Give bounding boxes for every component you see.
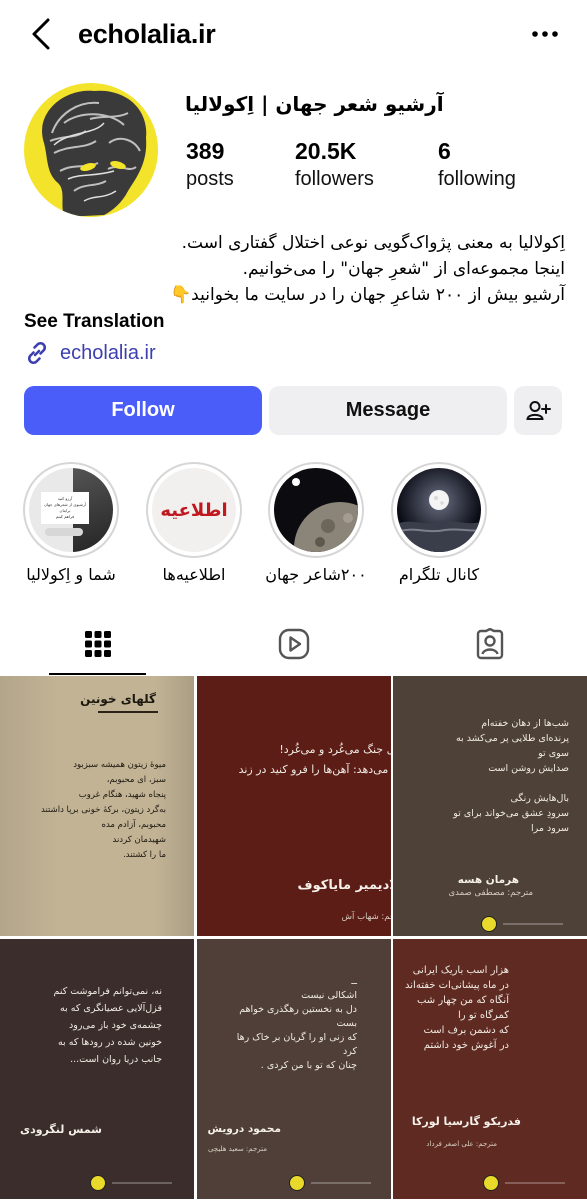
tagged-person-icon: [476, 628, 504, 660]
post-footer-strip: [505, 1182, 565, 1184]
highlight-card: آرزو کنید آرشیوی از شعرهای جهان برایتان …: [41, 492, 89, 524]
highlight-cover: آرزو کنید آرشیوی از شعرهای جهان برایتان …: [29, 468, 113, 552]
chevron-left-icon: [32, 18, 50, 50]
reels-play-icon: [278, 628, 310, 660]
suggested-people-button[interactable]: [514, 386, 562, 435]
post-poet-name: شمس لنگرودی: [20, 1123, 102, 1136]
highlight-ring: [391, 462, 487, 558]
highlight-label: کانال تلگرام: [398, 565, 480, 584]
profile-username: echolalia.ir: [78, 19, 216, 49]
profile-bio: اِکولالیا به معنی پژواک‌گویی نوعی اختلال…: [22, 230, 565, 308]
see-translation-link[interactable]: See Translation: [24, 311, 164, 333]
top-bar: echolalia.ir: [0, 0, 587, 70]
followers-label: followers: [295, 168, 374, 190]
stat-following[interactable]: 6 following: [438, 136, 516, 192]
full-moon-art: [397, 468, 481, 552]
tab-reels[interactable]: [196, 614, 392, 674]
post-tile[interactable]: گلهای خونین میوهٔ زیتون همیشه سبزبود سبز…: [0, 676, 194, 936]
post-translator: مترجم: سعید هلیچی: [207, 1145, 267, 1153]
post-footer-strip: [503, 923, 563, 925]
highlight-telegram-channel[interactable]: کانال تلگرام: [391, 462, 487, 584]
message-button[interactable]: Message: [269, 386, 507, 435]
post-translator: مترجم: مصطفی صمدی: [448, 888, 533, 898]
post-poem-text: شب‌ها از دهان خفته‌ام پرنده‌ای طلایی پر …: [453, 718, 569, 834]
echolalia-logo-icon: [483, 1175, 499, 1191]
highlight-announcements[interactable]: اطلاعیه اطلاعیه‌ها: [146, 462, 242, 584]
highlight-cover: اطلاعیه: [152, 468, 236, 552]
post-footer-strip: [112, 1182, 172, 1184]
post-poem-text: ــ اشکالی نیست دل به نخستین رهگذری خواهم…: [236, 976, 357, 1071]
highlight-shoma-va-echolalia[interactable]: آرزو کنید آرشیوی از شعرهای جهان برایتان …: [23, 462, 119, 584]
stat-followers[interactable]: 20.5K followers: [295, 136, 374, 192]
echolalia-logo-icon: [90, 1175, 106, 1191]
post-title: گلهای خونین: [80, 692, 156, 706]
profile-display-name: آرشیو شعر جهان | اِکولالیا: [185, 92, 444, 116]
bio-line: اینجا مجموعه‌ای از "شعرِ جهان" را می‌خوا…: [242, 259, 565, 279]
bio-line: اِکولالیا به معنی پژواک‌گویی نوعی اختلال…: [181, 233, 565, 253]
post-tile[interactable]: ــ اشکالی نیست دل به نخستین رهگذری خواهم…: [197, 939, 391, 1199]
post-poet-name: ولادیمیر مایاکوف: [297, 878, 391, 893]
highlight-label: ۲۰۰شاعر جهان: [265, 565, 367, 584]
post-poem-text: هزار اسب باریک ایرانی در ماه پیشانی‌ات خ…: [405, 965, 509, 1051]
tab-posts-grid[interactable]: [0, 614, 196, 674]
following-label: following: [438, 168, 516, 190]
bio-line: آرشیو بیش از ۲۰۰ شاعرِ جهان را در سایت م…: [170, 285, 565, 305]
highlight-label: شما و اِکولالیا: [26, 565, 116, 584]
highlight-ring: [268, 462, 364, 558]
highlight-cover: [397, 468, 481, 552]
posts-grid: گلهای خونین میوهٔ زیتون همیشه سبزبود سبز…: [0, 676, 587, 1200]
echolalia-logo-icon: [481, 916, 497, 932]
link-text: echolalia.ir: [60, 341, 156, 364]
post-poem-text: طبل جنگ می‌غُرد و می‌غُرد! سر می‌دهد: آه…: [238, 743, 391, 776]
following-count: 6: [438, 138, 451, 164]
post-translator: مترجم: علی اصغر فرداد: [426, 1140, 497, 1148]
highlight-card-line: فراهم کنیم: [55, 514, 75, 519]
highlight-label: اطلاعیه‌ها: [162, 565, 226, 584]
profile-avatar[interactable]: [24, 83, 158, 217]
follow-button[interactable]: Follow: [24, 386, 262, 435]
grid-icon: [85, 631, 111, 657]
post-poet-name: محمود درویش: [207, 1123, 281, 1135]
highlight-card-input: [45, 528, 83, 536]
post-tile[interactable]: هزار اسب باریک ایرانی در ماه پیشانی‌ات خ…: [393, 939, 587, 1199]
link-icon: [27, 341, 47, 365]
followers-count: 20.5K: [295, 138, 357, 164]
post-tile[interactable]: طبل جنگ می‌غُرد و می‌غُرد! سر می‌دهد: آه…: [197, 676, 391, 936]
highlight-cover: [274, 468, 358, 552]
highlight-200-poets[interactable]: ۲۰۰شاعر جهان: [265, 462, 367, 584]
tab-tagged[interactable]: [392, 614, 587, 674]
post-translator: مترجم: شهاب آش: [341, 912, 391, 922]
posts-count: 389: [186, 138, 225, 164]
moon-planet-art: [274, 468, 358, 552]
back-button[interactable]: [26, 14, 56, 54]
announcement-badge: اطلاعیه: [160, 499, 228, 521]
posts-label: posts: [186, 168, 234, 190]
echolalia-logo-icon: [289, 1175, 305, 1191]
post-poet-name: فدریکو گارسیا لورکا: [411, 1115, 521, 1128]
post-poet-name: هرمان هسه: [457, 874, 519, 886]
avatar-art: [24, 83, 158, 217]
more-options-button[interactable]: [527, 22, 563, 46]
post-poem-text: نه، نمی‌توانم فراموشت کنم قزل‌آلایی عصیا…: [53, 986, 163, 1065]
highlight-ring: اطلاعیه: [146, 462, 242, 558]
profile-link[interactable]: echolalia.ir: [24, 338, 156, 368]
post-poem-text: میوهٔ زیتون همیشه سبزبود سبز، ای محبوبم،…: [41, 760, 166, 860]
post-title-rule: [98, 711, 158, 713]
highlight-ring: آرزو کنید آرشیوی از شعرهای جهان برایتان …: [23, 462, 119, 558]
profile-tabs: [0, 614, 587, 676]
post-footer-strip: [311, 1182, 371, 1184]
highlight-card-line: آرشیوی از شعرهای جهان برایتان: [43, 502, 87, 513]
stat-posts[interactable]: 389 posts: [186, 136, 234, 192]
post-tile[interactable]: شب‌ها از دهان خفته‌ام پرنده‌ای طلایی پر …: [393, 676, 587, 936]
more-icon: [532, 31, 558, 37]
add-person-icon: [526, 400, 551, 420]
post-tile[interactable]: نه، نمی‌توانم فراموشت کنم قزل‌آلایی عصیا…: [0, 939, 194, 1199]
active-tab-indicator: [49, 673, 146, 675]
